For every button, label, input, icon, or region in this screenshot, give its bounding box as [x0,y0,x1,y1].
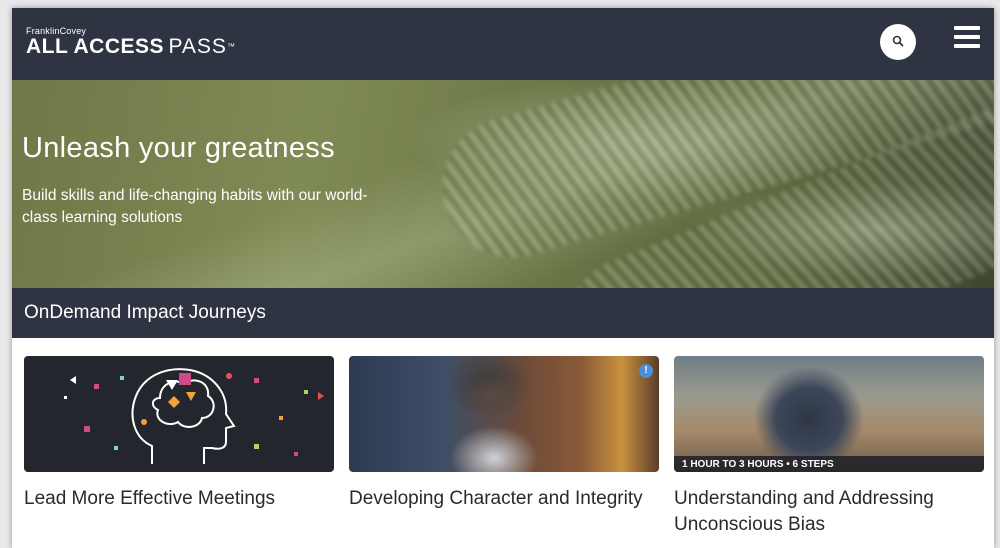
section-title: OnDemand Impact Journeys [24,302,266,323]
section-header: OnDemand Impact Journeys [12,288,994,338]
search-icon [892,35,904,47]
logo-trademark: ™ [226,42,235,51]
card-image[interactable]: 1 HOUR TO 3 HOURS • 6 STEPS [674,356,984,472]
top-header: FranklinCovey ALL ACCESS PASS™ [12,8,994,80]
journey-card-character[interactable]: ! Developing Character and Integrity [349,356,659,512]
card-title[interactable]: Understanding and Addressing Unconscious… [674,486,984,538]
hero-title: Unleash your greatness [22,132,335,164]
journey-card-bias[interactable]: 1 HOUR TO 3 HOURS • 6 STEPS Understandin… [674,356,984,538]
card-duration-band: 1 HOUR TO 3 HOURS • 6 STEPS [674,456,984,472]
hamburger-menu-icon [954,26,980,30]
brain-head-illustration [64,368,324,464]
app-frame: FranklinCovey ALL ACCESS PASS™ Unleash y… [12,8,994,548]
search-button[interactable] [880,24,916,60]
card-title[interactable]: Developing Character and Integrity [349,486,659,512]
journey-card-meetings[interactable]: Lead More Effective Meetings [24,356,334,512]
menu-button[interactable] [952,24,982,52]
card-image[interactable]: ! [349,356,659,472]
card-image[interactable] [24,356,334,472]
hamburger-menu-icon-bar [954,44,980,48]
logo-product-light: PASS [168,35,227,58]
hamburger-menu-icon-bar [954,35,980,39]
logo-product: ALL ACCESS PASS™ [26,36,235,60]
logo-product-bold: ALL ACCESS [26,35,165,58]
hero-subtitle: Build skills and life-changing habits wi… [22,187,368,226]
brand-logo[interactable]: FranklinCovey ALL ACCESS PASS™ [26,26,235,60]
info-badge-icon: ! [639,364,653,378]
hero-banner: Unleash your greatness Build skills and … [12,80,994,288]
person-reading-photo [439,368,549,472]
card-title[interactable]: Lead More Effective Meetings [24,486,334,512]
